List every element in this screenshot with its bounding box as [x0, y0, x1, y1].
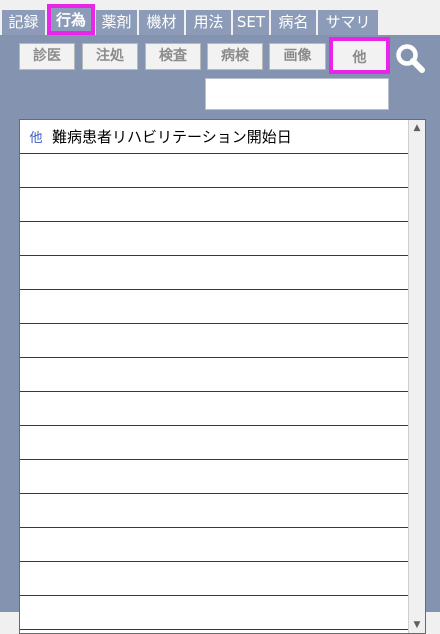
list-item-category: 他	[29, 131, 43, 146]
search-icon[interactable]	[394, 42, 426, 74]
scrollbar[interactable]: ▲ ▼	[408, 120, 425, 633]
scroll-down-icon[interactable]: ▼	[409, 617, 425, 633]
list-item[interactable]	[20, 290, 409, 324]
list-item[interactable]: 他難病患者リハビリテーション開始日	[20, 120, 409, 154]
tab-disease-name[interactable]: 病名	[271, 10, 316, 35]
tab-usage[interactable]: 用法	[186, 10, 231, 35]
list-rows: 他難病患者リハビリテーション開始日	[20, 120, 409, 630]
tab-set[interactable]: SET	[233, 10, 269, 35]
tab-summary[interactable]: サマリ	[318, 10, 378, 35]
list-item[interactable]	[20, 222, 409, 256]
tab-action[interactable]: 行為	[47, 4, 95, 35]
list-item[interactable]	[20, 562, 409, 596]
result-list: 他難病患者リハビリテーション開始日 ▲ ▼	[19, 119, 426, 634]
list-item[interactable]	[20, 460, 409, 494]
list-item[interactable]	[20, 392, 409, 426]
list-item[interactable]	[20, 188, 409, 222]
list-item[interactable]	[20, 596, 409, 630]
main-panel: 診医 注処 検査 病検 画像 他 他難病患者リハビリテーション開始日 ▲ ▼	[0, 35, 440, 634]
filter-button-injection[interactable]: 注処	[82, 43, 138, 70]
filter-button-other[interactable]: 他	[329, 37, 390, 74]
list-item[interactable]	[20, 154, 409, 188]
list-item[interactable]	[20, 324, 409, 358]
filter-button-imaging[interactable]: 画像	[269, 43, 326, 70]
filter-button-diagnosis[interactable]: 診医	[19, 43, 75, 70]
list-item[interactable]	[20, 494, 409, 528]
filter-button-pathology[interactable]: 病検	[207, 43, 263, 70]
list-item[interactable]	[20, 528, 409, 562]
list-item[interactable]	[20, 256, 409, 290]
tab-drug[interactable]: 薬剤	[96, 10, 137, 35]
scroll-up-icon[interactable]: ▲	[409, 120, 425, 136]
tab-equipment[interactable]: 機材	[139, 10, 184, 35]
tab-record[interactable]: 記録	[2, 10, 45, 35]
filter-button-exam[interactable]: 検査	[145, 43, 201, 70]
list-item[interactable]	[20, 358, 409, 392]
list-item[interactable]	[20, 426, 409, 460]
tab-bar: 記録 行為 薬剤 機材 用法 SET 病名 サマリ	[0, 0, 440, 35]
search-input[interactable]	[205, 78, 389, 110]
list-item-name: 難病患者リハビリテーション開始日	[52, 128, 292, 146]
